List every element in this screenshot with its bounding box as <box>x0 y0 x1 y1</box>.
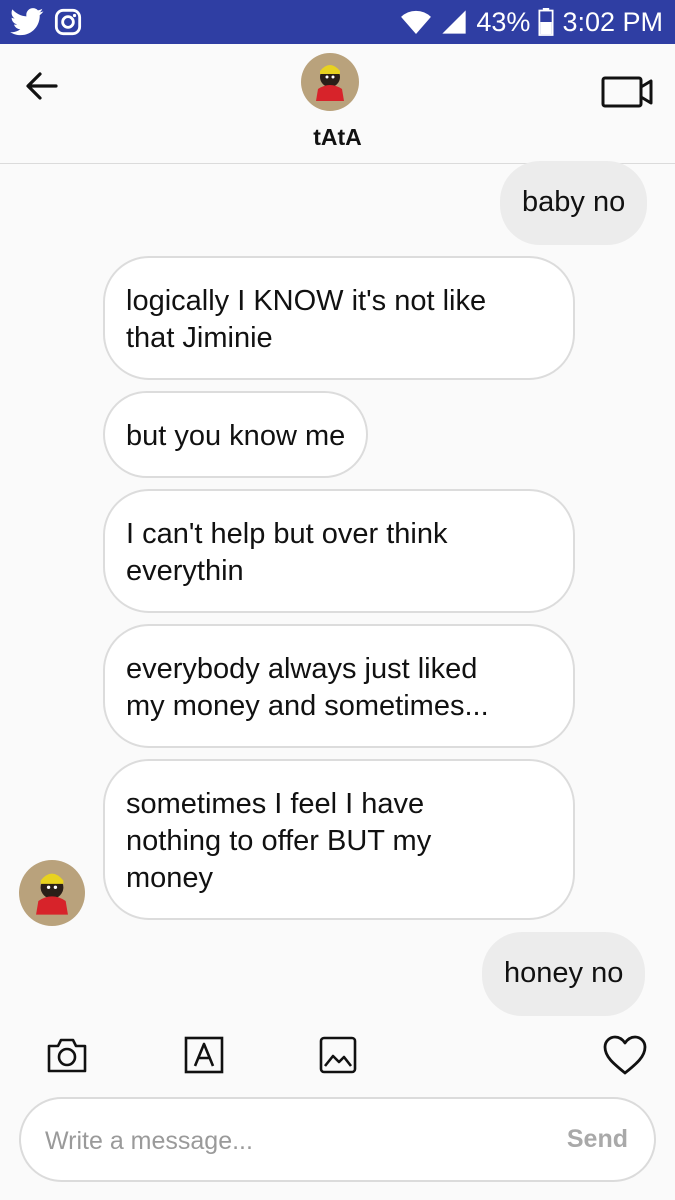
battery-percent: 43% <box>476 7 531 37</box>
sender-avatar[interactable] <box>19 860 85 926</box>
twitter-icon <box>10 8 44 36</box>
message-outgoing[interactable]: honey no <box>482 932 646 1016</box>
message-incoming[interactable]: sometimes I feel I have nothing to offer… <box>103 759 575 920</box>
contact-avatar[interactable] <box>301 53 359 111</box>
camera-icon[interactable] <box>46 1036 88 1074</box>
message-outgoing[interactable]: baby no <box>500 161 648 245</box>
message-incoming[interactable]: everybody always just liked my money and… <box>103 624 575 748</box>
clock: 3:02 PM <box>562 7 663 37</box>
heart-icon[interactable] <box>602 1034 648 1076</box>
message-incoming[interactable]: but you know me <box>103 391 369 478</box>
gallery-icon[interactable] <box>319 1036 357 1074</box>
back-arrow-icon[interactable] <box>22 66 62 106</box>
contact-name[interactable]: tAtA <box>0 124 675 151</box>
send-button[interactable]: Send <box>567 1125 628 1154</box>
wifi-icon <box>401 10 432 34</box>
conversation-header: tAtA <box>0 44 675 164</box>
message-composer: Send <box>19 1097 656 1182</box>
dog-photo-icon <box>19 860 85 926</box>
message-incoming[interactable]: I can't help but over think everythin <box>103 489 575 613</box>
battery-icon <box>538 8 554 36</box>
instagram-icon <box>54 8 82 36</box>
dog-photo-icon <box>301 53 359 111</box>
status-bar: 43% 3:02 PM <box>0 0 675 44</box>
message-input[interactable] <box>45 1119 525 1163</box>
signal-icon <box>442 10 467 34</box>
text-icon[interactable] <box>184 1036 224 1074</box>
video-call-icon[interactable] <box>601 74 653 110</box>
message-incoming[interactable]: logically I KNOW it's not like that Jimi… <box>103 256 575 380</box>
